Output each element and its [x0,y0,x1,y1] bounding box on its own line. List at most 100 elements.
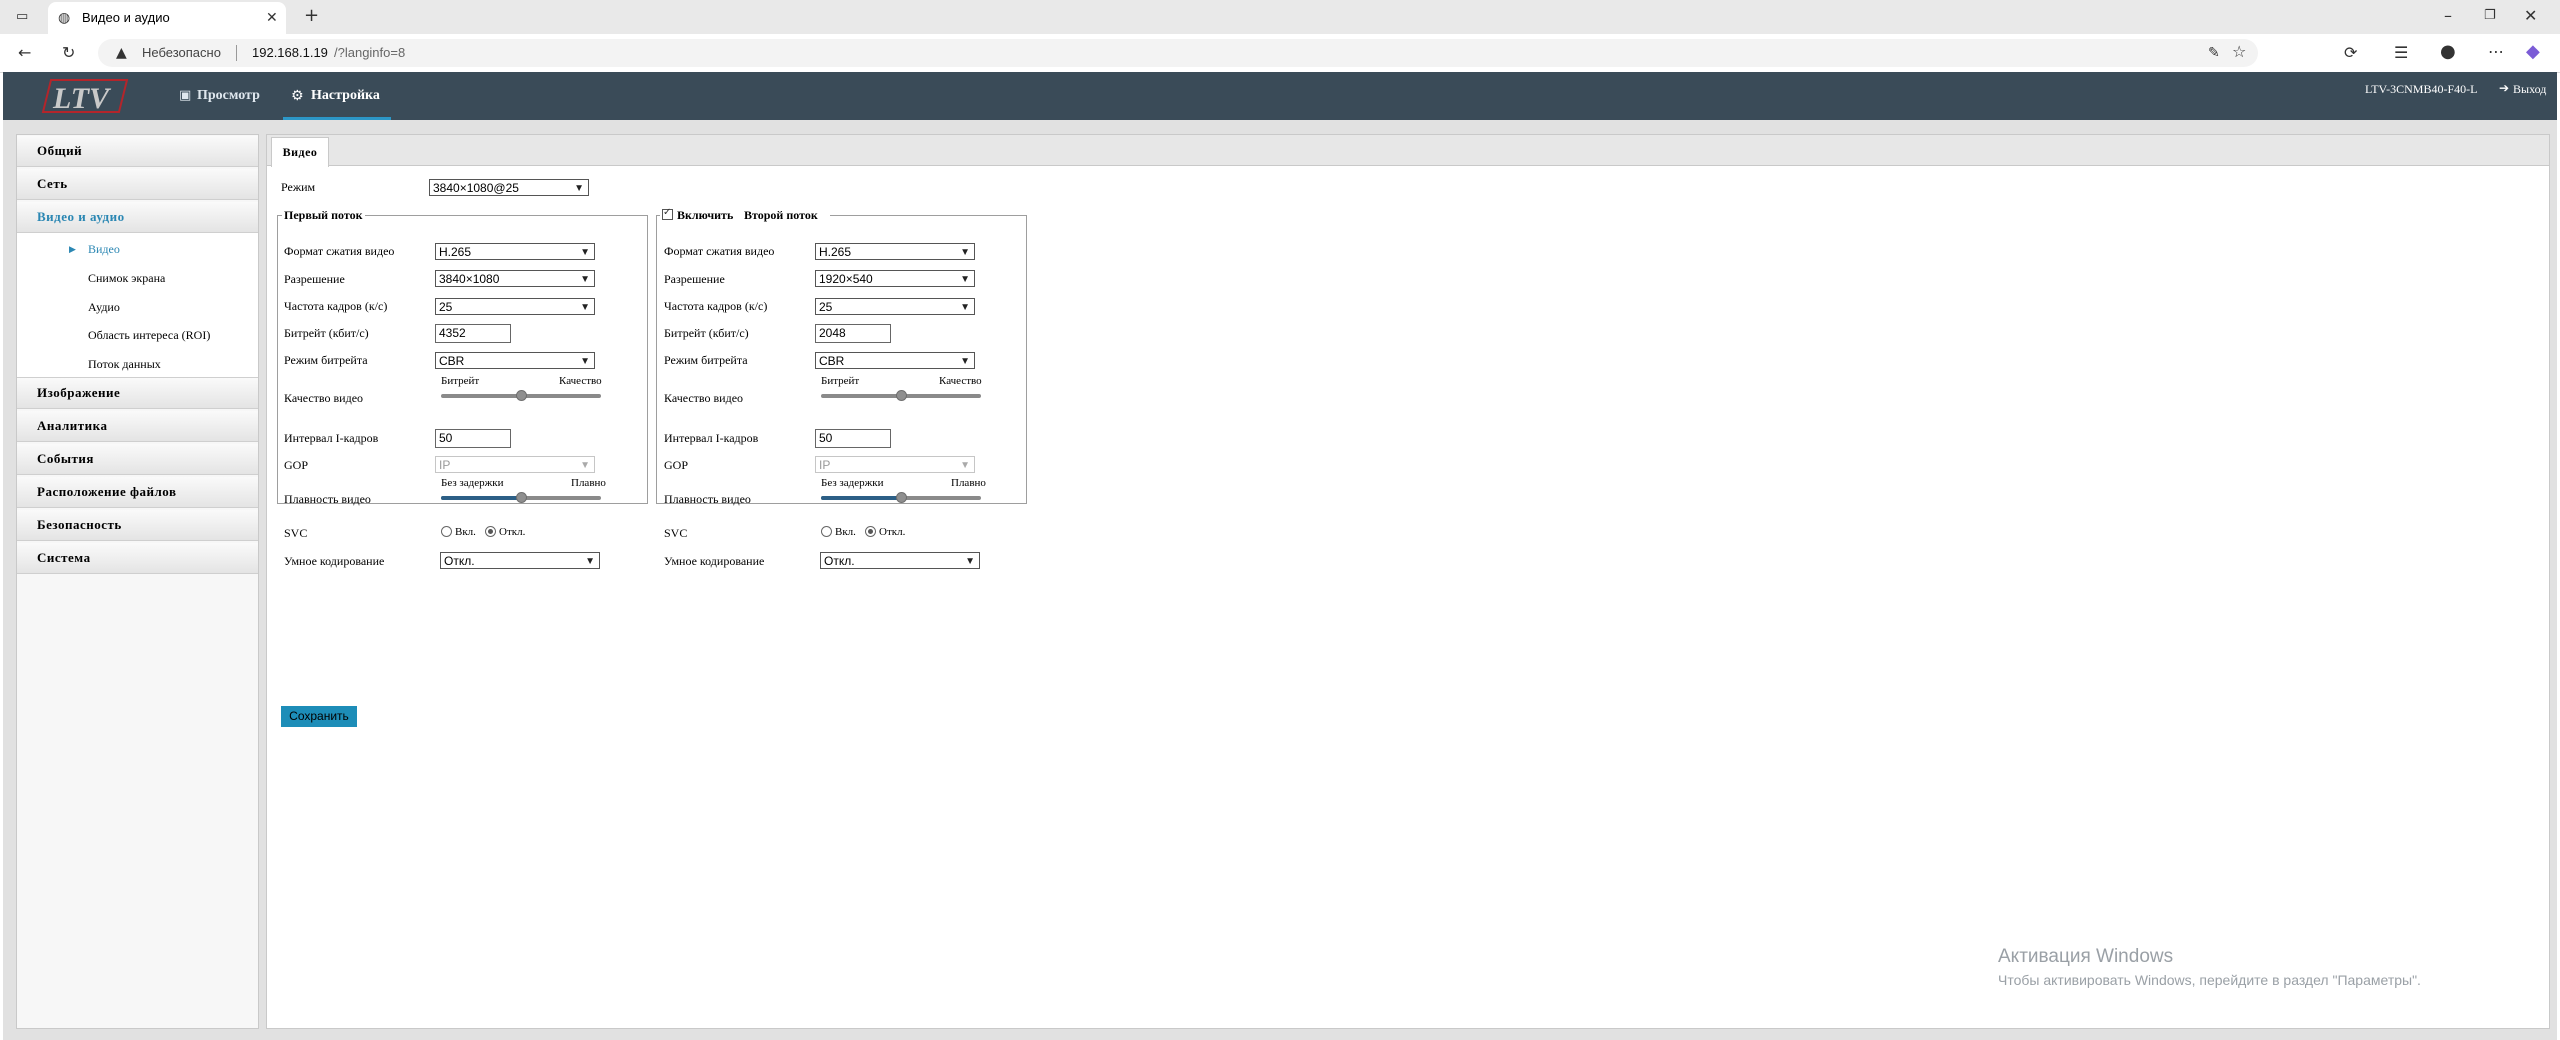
stream1-svc-on-radio[interactable] [441,526,452,537]
logout-button[interactable]: ➔ Выход [2499,81,2553,99]
chevron-down-icon: ▼ [960,356,970,367]
ltv-logo: LTV [41,79,129,115]
chevron-down-icon: ▼ [574,183,584,194]
stream2-smart-coding-label: Умное кодирование [664,554,765,568]
browser-tab[interactable]: ◍ Видео и аудио ✕ [48,2,286,34]
url-divider [236,45,237,61]
menu-events[interactable]: События [17,444,258,475]
address-bar[interactable]: ▲ Небезопасно 192.168.1.19 /?langinfo=8 … [98,39,2258,67]
stream2-enable-legend: ✓ Включить Второй поток [660,207,830,223]
stream2-svc-off-radio[interactable] [865,526,876,537]
submenu-audio[interactable]: Аудио [17,293,258,321]
stream2-quality-thumb[interactable] [896,390,907,401]
read-aloud-icon[interactable]: ✎ [2208,45,2220,61]
restore-icon[interactable]: ❐ [2484,8,2496,24]
stream2-codec-label: Формат сжатия видео [664,244,775,258]
stream2-smooth-thumb[interactable] [896,492,907,503]
tab-actions-icon[interactable]: ▭ [16,9,28,25]
stream1-quality-thumb[interactable] [516,390,527,401]
stream1-fps-select[interactable]: 25 ▼ [435,298,595,315]
menu-image[interactable]: Изображение [17,378,258,409]
chevron-down-icon: ▼ [580,356,590,367]
menu-video-audio[interactable]: Видео и аудио [17,202,258,233]
stream2-svc-label: SVC [664,526,688,540]
url-path: /?langinfo=8 [334,45,406,60]
chevron-down-icon: ▼ [580,247,590,258]
stream1-bitrate-input[interactable]: 4352 [435,324,511,343]
menu-file-location[interactable]: Расположение файлов [17,477,258,508]
stream1-smart-coding-select[interactable]: Откл. ▼ [440,552,600,569]
minimize-icon[interactable]: – [2444,8,2452,24]
menu-security[interactable]: Безопасность [17,510,258,541]
stream1-title: Первый поток [282,208,365,223]
stream1-svc-off-radio[interactable] [485,526,496,537]
stream2-bitrate-input[interactable]: 2048 [815,324,891,343]
chevron-down-icon: ▼ [580,302,590,313]
stream2-smart-coding-select[interactable]: Откл. ▼ [820,552,980,569]
app-header: LTV ▣ Просмотр ⚙ Настройка LTV-3CNMB40-F… [3,72,2557,120]
stream2-iframe-input[interactable]: 50 [815,429,891,448]
mode-select[interactable]: 3840×1080@25 ▼ [429,179,589,196]
stream2-fps-select[interactable]: 25 ▼ [815,298,975,315]
stream2-resolution-select[interactable]: 1920×540 ▼ [815,270,975,287]
stream1-smooth-label: Плавность видео [284,492,371,506]
new-tab-icon[interactable]: + [304,7,319,25]
stream1-smooth-max-label: Плавно [571,477,606,489]
submenu-snapshot[interactable]: Снимок экрана [17,264,258,292]
reload-icon[interactable]: ↻ [62,45,75,61]
warning-icon: ▲ [116,45,127,61]
stream1-smooth-thumb[interactable] [516,492,527,503]
stream1-codec-select[interactable]: H.265 ▼ [435,243,595,260]
stream1-bitrate-label: Битрейт (кбит/с) [284,326,369,340]
back-icon[interactable]: ← [18,45,31,61]
windows-activation-text: Чтобы активировать Windows, перейдите в … [1998,972,2421,988]
stream2-svc-on-radio[interactable] [821,526,832,537]
windows-activation-title: Активация Windows [1998,946,2174,967]
svg-text:LTV: LTV [52,82,112,115]
menu-network[interactable]: Сеть [17,169,258,200]
stream1-smooth-min-label: Без задержки [441,477,504,489]
stream2-enable-checkbox[interactable]: ✓ [662,207,673,220]
stream1-smooth-fill [441,496,521,500]
favorites-icon[interactable]: ☰ [2394,45,2408,61]
chevron-down-icon: ▼ [960,460,970,471]
submenu-roi[interactable]: Область интереса (ROI) [17,321,258,349]
gear-icon: ⚙ [291,88,304,104]
favorite-star-icon[interactable]: ☆ [2232,44,2246,60]
extensions-icon[interactable]: ⟳ [2344,45,2357,61]
more-options-icon[interactable]: ⋯ [2488,44,2504,60]
chevron-down-icon: ▼ [965,556,975,567]
stream1-quality-min-label: Битрейт [441,375,480,387]
menu-general[interactable]: Общий [17,136,258,167]
tab-video[interactable]: Видео [271,137,329,167]
stream1-iframe-input[interactable]: 50 [435,429,511,448]
stream2-codec-select[interactable]: H.265 ▼ [815,243,975,260]
stream2-bitrate-label: Битрейт (кбит/с) [664,326,749,340]
save-button[interactable]: Сохранить [281,706,357,727]
url-host: 192.168.1.19 [252,45,328,60]
nav-tab-settings[interactable]: ⚙ Настройка [283,72,391,120]
menu-system[interactable]: Система [17,543,258,574]
close-window-icon[interactable]: ✕ [2524,8,2537,24]
stream1-quality-max-label: Качество [559,375,602,387]
stream2-bitrate-mode-select[interactable]: CBR ▼ [815,352,975,369]
menu-analytics[interactable]: Аналитика [17,411,258,442]
stream2-smooth-fill [821,496,901,500]
tab-title: Видео и аудио [82,10,170,25]
submenu-video[interactable]: ▶ Видео [17,235,258,263]
stream2-smooth-max-label: Плавно [951,477,986,489]
copilot-icon[interactable]: ◆ [2526,43,2540,61]
nav-tab-preview[interactable]: ▣ Просмотр [173,72,273,120]
logout-icon: ➔ [2499,81,2510,95]
submenu-data-stream[interactable]: Поток данных [17,350,258,378]
stream2-enable-label: Включить [677,208,734,222]
stream1-resolution-select[interactable]: 3840×1080 ▼ [435,270,595,287]
stream2-svc-off-label: Откл. [879,526,906,538]
chevron-down-icon: ▼ [960,302,970,313]
close-tab-icon[interactable]: ✕ [266,10,278,26]
camera-web-ui: LTV ▣ Просмотр ⚙ Настройка LTV-3CNMB40-F… [3,72,2557,1040]
stream1-bitrate-mode-select[interactable]: CBR ▼ [435,352,595,369]
stream2-bitrate-mode-label: Режим битрейта [664,353,748,367]
profile-avatar-icon[interactable]: ● [2440,43,2456,61]
monitor-icon: ▣ [179,88,192,103]
